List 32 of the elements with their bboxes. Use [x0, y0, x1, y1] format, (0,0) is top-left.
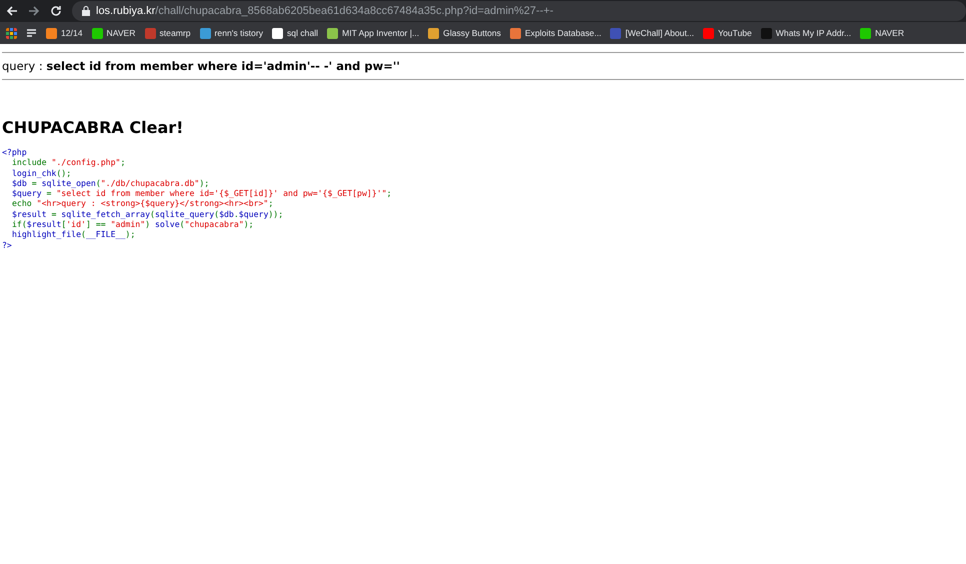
lock-icon: [82, 6, 90, 16]
bookmark[interactable]: Whats My IP Addr...: [760, 28, 852, 38]
bookmark[interactable]: NAVER: [92, 28, 136, 38]
code-line: if($result['id'] == "admin") solve("chupacabra");: [11, 219, 254, 230]
query-text: query : select id from member where id='admin'-- -' and pw='': [2, 58, 401, 75]
address-bar[interactable]: los.rubiya.kr/chall/chupacabra_8568ab6205bea61d634a8cc67484a35c.php?id=admin%27--+-: [72, 1, 966, 21]
reload-icon[interactable]: [50, 5, 62, 17]
reading-list-icon[interactable]: [26, 28, 37, 38]
bookmark[interactable]: [WeChall] About...: [610, 28, 694, 38]
code-line: $db = sqlite_open("./db/chupacabra.db");: [11, 178, 210, 188]
bookmark[interactable]: YouTube: [703, 28, 752, 38]
code-line: echo "<hr>query : <strong>{$query}</strong><hr><br>";: [11, 198, 274, 209]
page-heading: CHUPACABRA Clear!: [2, 118, 184, 137]
code-line: $query = "select id from member where id='{$_GET[id]}' and pw='{$_GET[pw]}'";: [11, 188, 392, 198]
code-line: $result = sqlite_fetch_array(sqlite_query($db.$query));: [11, 208, 284, 220]
bookmark[interactable]: NAVER: [860, 28, 904, 38]
code-line: login_chk();: [11, 168, 72, 178]
bookmark[interactable]: 12/14: [46, 28, 83, 38]
back-icon[interactable]: [6, 5, 18, 17]
code-line: ?>: [2, 240, 12, 250]
bookmark[interactable]: sql chall: [272, 28, 318, 38]
url-text: los.rubiya.kr/chall/chupacabra_8568ab6205bea61d634a8cc67484a35c.php?id=admin%27--+-: [96, 5, 554, 17]
code-line: <?php: [2, 147, 27, 158]
code-line: highlight_file(__FILE__);: [11, 229, 136, 240]
bookmark[interactable]: Glassy Buttons: [428, 28, 501, 38]
apps-grid-icon[interactable]: [6, 28, 17, 38]
bookmark[interactable]: steamrp: [144, 28, 191, 38]
bookmark[interactable]: renn's tistory: [200, 28, 263, 38]
forward-icon[interactable]: [28, 5, 40, 17]
bookmark[interactable]: MIT App Inventor |...: [327, 28, 420, 38]
code-line: include "./config.php";: [11, 157, 126, 168]
bookmark[interactable]: Exploits Database...: [510, 28, 602, 38]
